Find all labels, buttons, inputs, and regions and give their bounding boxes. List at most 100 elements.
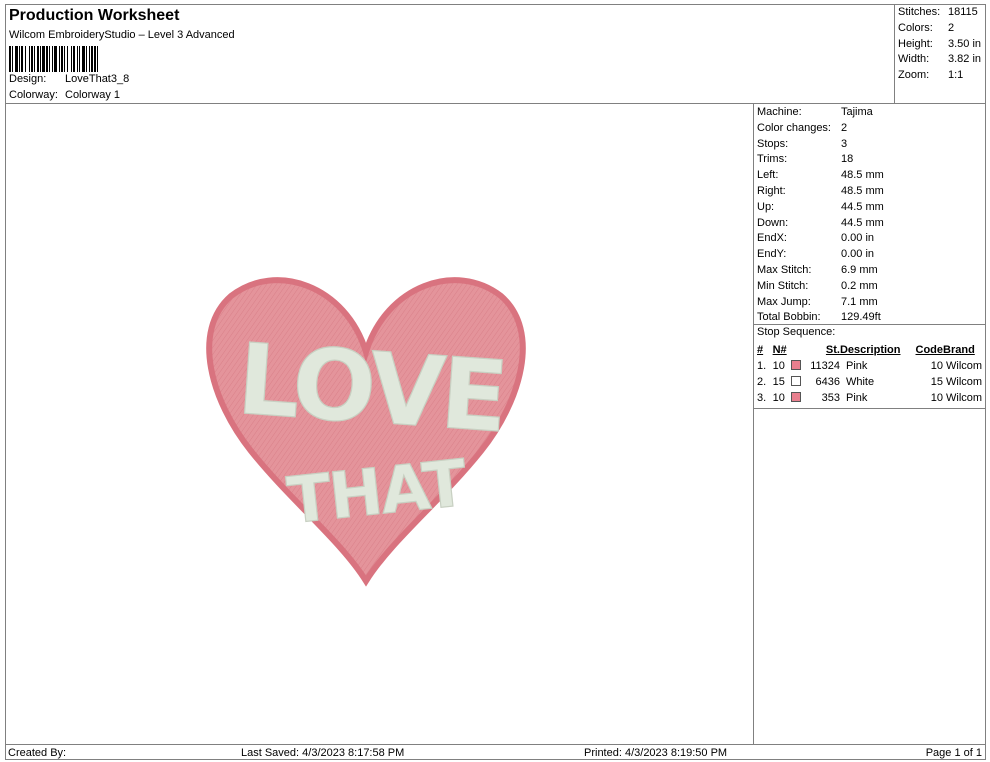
divider (754, 408, 985, 409)
info-label: Down: (757, 216, 789, 229)
colorway-row: Colorway: Colorway 1 (9, 89, 120, 101)
color-swatch (790, 392, 801, 402)
machine-info-row: Max Jump: 7.1 mm (757, 296, 878, 308)
stat-value: 1:1 (948, 69, 964, 81)
table-row: 1. 10 11324 Pink 10 Wilcom (757, 358, 983, 374)
info-panel: Machine: Tajima Color changes: 2 Stops: 3 Trim… (754, 104, 985, 744)
machine-info-row: Trims: 18 (757, 153, 853, 165)
stat-label: Zoom: (898, 69, 930, 81)
barcode (9, 46, 177, 72)
column-header-code: Code (915, 344, 944, 356)
cell-brand: Wilcom (946, 376, 983, 388)
design-label: Design: (9, 73, 47, 85)
cell-description: White (845, 376, 875, 388)
column-header-brand: Brand (943, 344, 975, 356)
info-label: Max Stitch: (757, 264, 812, 276)
info-value: 48.5 mm (841, 169, 884, 182)
stat-value: 3.82 in (948, 53, 982, 65)
cell-code: 10 (930, 392, 944, 404)
info-value: 0.00 in (841, 232, 875, 245)
stop-sequence-table: # N# St. Description Code Brand 1. 10 11324 Pink 1… (757, 342, 983, 406)
stat-stitches: Stitches: 18115 (898, 6, 978, 18)
machine-info-row: Down: 44.5 mm (757, 217, 884, 229)
color-swatch (790, 376, 801, 386)
color-swatch (790, 360, 801, 370)
barcode-bar (98, 46, 101, 72)
created-by: Created By: (8, 747, 67, 759)
divider (754, 324, 985, 325)
info-label: Trims: (757, 153, 788, 166)
stat-label: Stitches: (898, 6, 941, 18)
info-value: 0.00 in (841, 248, 875, 261)
cell-stitches: 353 (821, 392, 840, 404)
stop-sequence-title: Stop Sequence: (757, 326, 836, 338)
machine-info-row: Machine: Tajima (757, 106, 873, 118)
info-value: 44.5 mm (841, 200, 884, 213)
cell-num: 2. (757, 376, 767, 388)
info-label: Stops: (757, 137, 789, 150)
info-label: Machine: (757, 106, 802, 118)
stat-label: Height: (898, 38, 933, 50)
design-row: Design: LoveThat3_8 (9, 73, 129, 85)
info-label: EndY: (757, 248, 787, 261)
info-label: Min Stitch: (757, 279, 809, 292)
cell-needle: 10 (773, 358, 805, 374)
info-label: Right: (757, 185, 786, 197)
info-value: 0.2 mm (841, 279, 878, 292)
footer: Created By: Last Saved: 4/3/2023 8:17:58… (6, 744, 985, 760)
page-title: Production Worksheet (9, 7, 180, 24)
needle-number: 10 (772, 360, 785, 372)
cell-stitches: 11324 (810, 360, 840, 372)
cell-needle: 10 (773, 390, 805, 406)
info-value: 7.1 mm (841, 295, 878, 308)
cell-brand: Wilcom (946, 360, 983, 372)
cell-num: 1. (757, 360, 767, 372)
table-row: 2. 15 6436 White 15 Wilcom (757, 374, 983, 390)
table-header: # N# St. Description Code Brand (757, 342, 983, 358)
cell-code: 10 (930, 360, 944, 372)
last-saved: Last Saved: 4/3/2023 8:17:58 PM (241, 747, 405, 759)
stat-colors: Colors: 2 (898, 22, 954, 34)
needle-number: 15 (772, 376, 785, 388)
design-value: LoveThat3_8 (65, 73, 130, 85)
table-row: 3. 10 353 Pink 10 Wilcom (757, 390, 983, 406)
stat-label: Colors: (898, 22, 933, 34)
stats-box: Stitches: 18115 Colors: 2 Height: 3.50 in W… (894, 5, 985, 104)
info-value: 3 (841, 137, 848, 150)
worksheet: Production Worksheet Wilcom EmbroiderySt… (5, 4, 986, 760)
worksheet-header: Production Worksheet Wilcom EmbroiderySt… (6, 5, 894, 104)
column-header-description: Description (839, 344, 901, 356)
page-number: Page 1 of 1 (925, 747, 982, 759)
cell-description: Pink (845, 360, 868, 372)
info-value: 6.9 mm (841, 264, 878, 276)
cell-num: 3. (757, 392, 767, 404)
cell-needle: 15 (773, 374, 805, 390)
machine-info-row: EndY: 0.00 in (757, 248, 874, 260)
info-label: Color changes: (757, 121, 831, 134)
stat-width: Width: 3.82 in (898, 53, 981, 65)
stat-zoom: Zoom: 1:1 (898, 69, 963, 81)
info-label: Total Bobbin: (757, 311, 821, 324)
machine-info-row: EndX: 0.00 in (757, 232, 874, 244)
cell-description: Pink (845, 392, 868, 404)
stat-value: 2 (948, 22, 955, 34)
embroidery-design: LOVE THAT (206, 277, 526, 587)
machine-info-row: Min Stitch: 0.2 mm (757, 280, 878, 292)
info-label: Left: (757, 169, 779, 182)
machine-info-row: Right: 48.5 mm (757, 185, 884, 197)
stat-label: Width: (898, 53, 930, 65)
info-value: 44.5 mm (841, 216, 884, 229)
info-value: 18 (841, 153, 854, 166)
cell-brand: Wilcom (946, 392, 983, 404)
info-value: 2 (841, 121, 848, 134)
machine-info-row: Max Stitch: 6.9 mm (757, 264, 878, 276)
needle-number: 10 (772, 392, 785, 404)
machine-info-row: Left: 48.5 mm (757, 169, 884, 181)
stat-height: Height: 3.50 in (898, 38, 981, 50)
column-header-needle: N# (772, 344, 787, 356)
info-value: 48.5 mm (841, 185, 884, 197)
design-text-line1: LOVE (234, 323, 508, 455)
colorway-value: Colorway 1 (65, 89, 121, 101)
machine-info-row: Stops: 3 (757, 138, 847, 150)
stat-value: 3.50 in (948, 38, 982, 50)
